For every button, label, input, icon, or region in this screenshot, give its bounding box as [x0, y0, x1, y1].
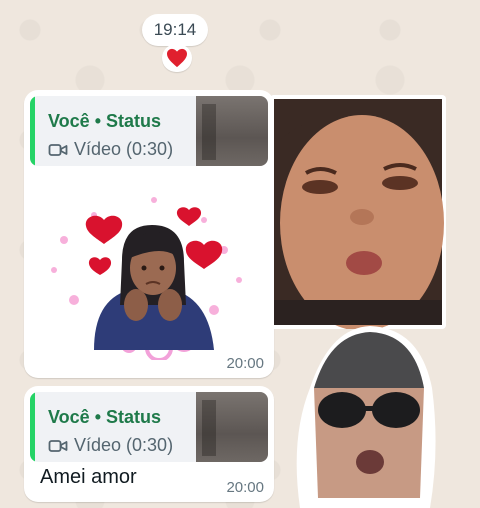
heart-1 [85, 215, 123, 244]
quote-accent-bar [30, 392, 35, 462]
heart-4 [88, 257, 112, 275]
status-thumbnail [196, 392, 268, 462]
video-camera-icon [48, 439, 68, 452]
sticker-child-photo[interactable] [270, 95, 446, 329]
quoted-status[interactable]: Você • Status Vídeo (0:30) [30, 96, 268, 166]
status-reply-message-text[interactable]: Você • Status Vídeo (0:30) Amei amor 20:… [24, 386, 274, 502]
message-time: 20:00 [226, 355, 264, 372]
status-reply-message[interactable]: Você • Status Vídeo (0:30) 20:00 [24, 90, 274, 378]
sticker-girl-hearts [51, 197, 242, 360]
quote-subtitle: Vídeo (0:30) [48, 435, 173, 456]
message-time: 20:00 [226, 479, 264, 496]
message-text: Amei amor [40, 466, 137, 488]
quote-accent-bar [30, 96, 35, 166]
quote-title: Você • Status [48, 407, 162, 427]
video-camera-icon [48, 143, 68, 156]
quote-title: Você • Status [48, 111, 162, 131]
quote-subtitle: Vídeo (0:30) [48, 139, 173, 160]
heart-2 [176, 207, 202, 226]
status-thumbnail [196, 96, 268, 166]
time-separator-label: 19:14 [153, 20, 197, 39]
quote-subtitle-label: Vídeo (0:30) [74, 435, 174, 455]
time-separator: 19:14 [142, 14, 208, 46]
quote-subtitle-label: Vídeo (0:30) [74, 139, 174, 159]
heart-3 [185, 240, 223, 269]
quoted-status[interactable]: Você • Status Vídeo (0:30) [30, 392, 268, 462]
red-heart-icon [167, 48, 187, 68]
sticker-man-sunglasses[interactable] [290, 318, 440, 508]
heart-reaction[interactable] [162, 44, 192, 72]
